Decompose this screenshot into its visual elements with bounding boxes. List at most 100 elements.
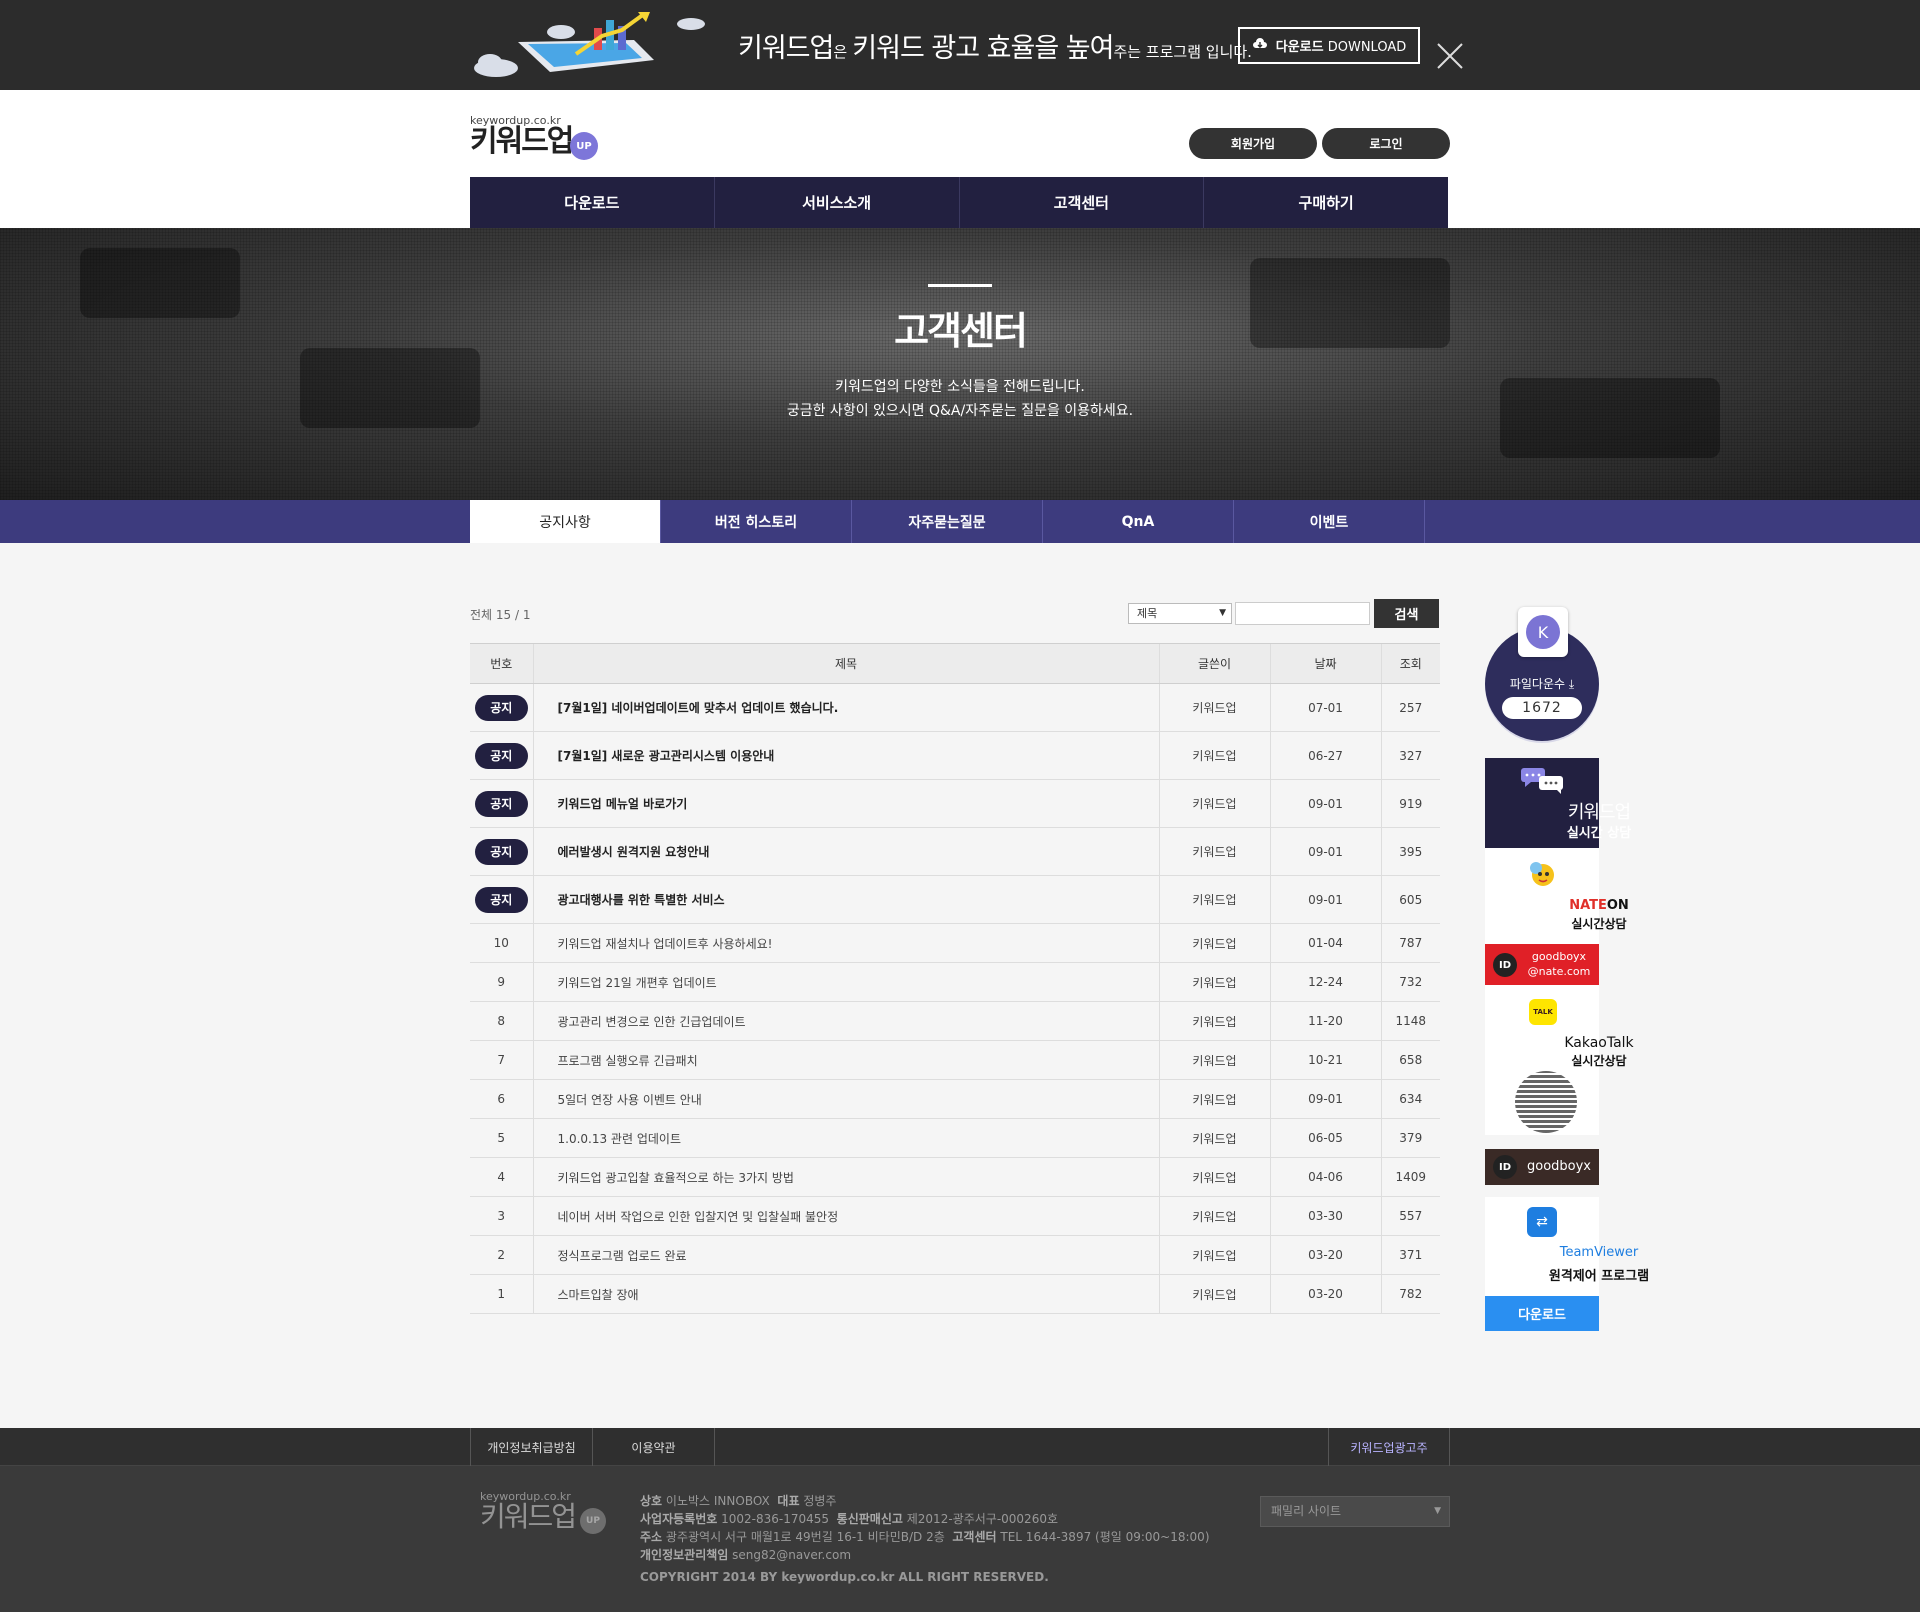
- tab-notice[interactable]: 공지사항: [470, 500, 661, 543]
- search-button[interactable]: 검색: [1374, 599, 1439, 628]
- hero-desc-line1: 키워드업의 다양한 소식들을 전해드립니다.: [835, 379, 1085, 395]
- notice-badge: 공지: [474, 838, 528, 865]
- advertiser-link[interactable]: 키워드업광고주: [1328, 1428, 1450, 1466]
- qr-code-image: [1515, 1071, 1577, 1133]
- table-row[interactable]: 8 광고관리 변경으로 인한 긴급업데이트 키워드업 11-20 1148: [470, 1001, 1440, 1041]
- post-date: 03-30: [1269, 1196, 1381, 1236]
- table-row[interactable]: 4 키워드업 광고입찰 효율적으로 하는 3가지 방법 키워드업 04-06 1…: [470, 1157, 1440, 1197]
- search-field-select[interactable]: 제목 ▼: [1128, 603, 1232, 624]
- col-header-no: 번호: [470, 643, 533, 684]
- privacy-policy-link[interactable]: 개인정보취급방침: [470, 1428, 593, 1466]
- table-row[interactable]: 7 프로그램 실행오류 긴급패치 키워드업 10-21 658: [470, 1040, 1440, 1080]
- nateon-id-line1: goodboyx: [1531, 950, 1587, 963]
- post-views: 787: [1380, 923, 1440, 963]
- tab-qna[interactable]: QnA: [1043, 500, 1234, 543]
- post-views: 395: [1380, 827, 1440, 876]
- post-views: 1148: [1380, 1001, 1440, 1041]
- download-count-label: 파일다운수: [1509, 677, 1566, 691]
- notice-board-table: 번호 제목 글쓴이 날짜 조회 공지 [7월1일] 네이버업데이트에 맞추서 업…: [470, 643, 1440, 1314]
- post-title[interactable]: 키워드업 재설치나 업데이트후 사용하세요!: [532, 923, 1159, 963]
- join-button[interactable]: 회원가입: [1189, 128, 1317, 159]
- table-row[interactable]: 9 키워드업 21일 개편후 업데이트 키워드업 12-24 732: [470, 962, 1440, 1002]
- post-writer: 키워드업: [1158, 1157, 1270, 1197]
- nateon-id-box: ID goodboyx @nate.com: [1485, 944, 1599, 985]
- table-row[interactable]: 3 네이버 서버 작업으로 인한 입찰지연 및 입찰실패 불안정 키워드업 03…: [470, 1196, 1440, 1236]
- table-row[interactable]: 2 정식프로그램 업로드 완료 키워드업 03-20 371: [470, 1235, 1440, 1275]
- post-no: 9: [470, 962, 533, 1002]
- notice-row[interactable]: 공지 [7월1일] 새로운 광고관리시스템 이용안내 키워드업 06-27 32…: [470, 731, 1440, 780]
- notice-badge: 공지: [474, 694, 528, 721]
- login-button[interactable]: 로그인: [1322, 128, 1450, 159]
- post-writer: 키워드업: [1158, 962, 1270, 1002]
- col-header-writer: 글쓴이: [1158, 643, 1270, 684]
- nateon-mascot-icon: [1530, 862, 1554, 886]
- post-title[interactable]: 1.0.0.13 관련 업데이트: [532, 1118, 1159, 1158]
- table-row[interactable]: 5 1.0.0.13 관련 업데이트 키워드업 06-05 379: [470, 1118, 1440, 1158]
- hero-desc-line2: 궁금한 사항이 있으시면 Q&A/자주묻는 질문을 이용하세요.: [786, 403, 1134, 419]
- post-date: 03-20: [1269, 1235, 1381, 1275]
- post-date: 09-01: [1269, 827, 1381, 876]
- sub-tabs: 공지사항 버전 히스토리 자주묻는질문 QnA 이벤트: [0, 500, 1920, 543]
- gnb-download[interactable]: 다운로드: [470, 177, 715, 228]
- post-no: 6: [470, 1079, 533, 1119]
- hero-title: 고객센터: [894, 309, 1028, 353]
- gnb-service[interactable]: 서비스소개: [715, 177, 960, 228]
- post-title[interactable]: 에러발생시 원격지원 요청안내: [532, 827, 1159, 876]
- post-views: 782: [1380, 1274, 1440, 1314]
- post-title[interactable]: 키워드업 21일 개편후 업데이트: [532, 962, 1159, 1002]
- post-title[interactable]: 광고대행사를 위한 특별한 서비스: [532, 875, 1159, 924]
- post-date: 10-21: [1269, 1040, 1381, 1080]
- teamviewer-sub: 원격제어 프로그램: [1548, 1269, 1650, 1284]
- terms-link[interactable]: 이용약관: [593, 1428, 715, 1466]
- kakaotalk-id-box: ID goodboyx: [1485, 1149, 1599, 1185]
- post-title[interactable]: 키워드업 메뉴얼 바로가기: [532, 779, 1159, 828]
- post-writer: 키워드업: [1158, 1196, 1270, 1236]
- footer-links: 개인정보취급방침 이용약관 키워드업광고주: [0, 1428, 1920, 1466]
- kakaotalk-consult-box[interactable]: TALK KakaoTalk 실시간상담: [1485, 985, 1634, 1135]
- post-title[interactable]: 광고관리 변경으로 인한 긴급업데이트: [532, 1001, 1159, 1041]
- post-writer: 키워드업: [1158, 1118, 1270, 1158]
- nateon-consult-box[interactable]: NATEON 실시간상담: [1485, 848, 1629, 944]
- gnb-customer-center[interactable]: 고객센터: [960, 177, 1205, 228]
- id-badge-icon: ID: [1493, 1155, 1517, 1179]
- post-title[interactable]: 스마트입찰 장애: [532, 1274, 1159, 1314]
- post-title[interactable]: 5일더 연장 사용 이벤트 안내: [532, 1079, 1159, 1119]
- table-row[interactable]: 1 스마트입찰 장애 키워드업 03-20 782: [470, 1274, 1440, 1314]
- table-row[interactable]: 10 키워드업 재설치나 업데이트후 사용하세요! 키워드업 01-04 787: [470, 923, 1440, 963]
- notice-row[interactable]: 공지 에러발생시 원격지원 요청안내 키워드업 09-01 395: [470, 827, 1440, 876]
- post-views: 371: [1380, 1235, 1440, 1275]
- teamviewer-download-button[interactable]: 다운로드: [1485, 1296, 1599, 1331]
- gnb-purchase[interactable]: 구매하기: [1204, 177, 1448, 228]
- col-header-title: 제목: [532, 643, 1159, 684]
- live-consult-box[interactable]: 키워드업 실시간 상담: [1485, 758, 1631, 848]
- table-row[interactable]: 6 5일더 연장 사용 이벤트 안내 키워드업 09-01 634: [470, 1079, 1440, 1119]
- tab-event[interactable]: 이벤트: [1234, 500, 1425, 543]
- close-icon[interactable]: [1436, 42, 1464, 70]
- post-title[interactable]: 키워드업 광고입찰 효율적으로 하는 3가지 방법: [532, 1157, 1159, 1197]
- nateon-logo: NATEON: [1569, 898, 1629, 913]
- col-header-date: 날짜: [1269, 643, 1381, 684]
- post-writer: 키워드업: [1158, 1274, 1270, 1314]
- caret-down-icon: ▼: [1434, 1506, 1441, 1516]
- post-title[interactable]: 프로그램 실행오류 긴급패치: [532, 1040, 1159, 1080]
- post-writer: 키워드업: [1158, 827, 1270, 876]
- post-title[interactable]: [7월1일] 네이버업데이트에 맞추서 업데이트 했습니다.: [532, 683, 1159, 732]
- nateon-id-line2: @nate.com: [1527, 965, 1591, 978]
- notice-row[interactable]: 공지 키워드업 메뉴얼 바로가기 키워드업 09-01 919: [470, 779, 1440, 828]
- keywordup-app-icon: K: [1518, 607, 1568, 657]
- post-writer: 키워드업: [1158, 731, 1270, 780]
- tab-version-history[interactable]: 버전 히스토리: [661, 500, 852, 543]
- tab-faq[interactable]: 자주묻는질문: [852, 500, 1043, 543]
- family-site-select[interactable]: 패밀리 사이트 ▼: [1260, 1496, 1450, 1527]
- notice-row[interactable]: 공지 [7월1일] 네이버업데이트에 맞추서 업데이트 했습니다. 키워드업 0…: [470, 683, 1440, 732]
- post-views: 1409: [1380, 1157, 1440, 1197]
- post-date: 07-01: [1269, 683, 1381, 732]
- post-title[interactable]: 정식프로그램 업로드 완료: [532, 1235, 1159, 1275]
- post-title[interactable]: [7월1일] 새로운 광고관리시스템 이용안내: [532, 731, 1159, 780]
- notice-row[interactable]: 공지 광고대행사를 위한 특별한 서비스 키워드업 09-01 605: [470, 875, 1440, 924]
- live-consult-title: 키워드업: [1567, 802, 1631, 823]
- top-download-button[interactable]: 다운로드 DOWNLOAD: [1238, 27, 1420, 64]
- post-title[interactable]: 네이버 서버 작업으로 인한 입찰지연 및 입찰실패 불안정: [532, 1196, 1159, 1236]
- search-input[interactable]: [1235, 602, 1370, 625]
- site-logo[interactable]: keywordup.co.kr 키워드업 UP: [470, 114, 610, 164]
